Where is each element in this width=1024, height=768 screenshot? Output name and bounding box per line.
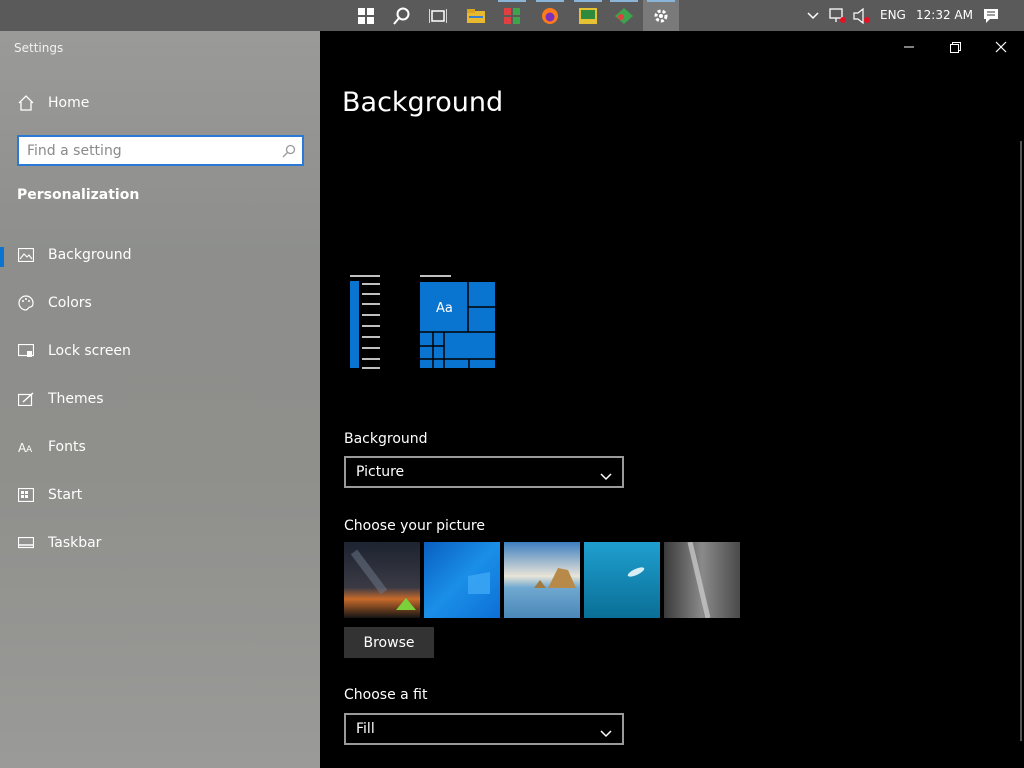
browse-button[interactable]: Browse <box>344 627 434 658</box>
search-icon <box>282 143 296 162</box>
section-title: Personalization <box>17 187 140 203</box>
settings-nav-pane: Settings Home Personalization Background… <box>0 31 320 768</box>
app-icon <box>504 7 520 24</box>
background-type-dropdown[interactable]: Picture <box>344 456 624 488</box>
home-label: Home <box>48 95 90 111</box>
taskbar-icon <box>16 533 36 553</box>
network-icon <box>829 7 846 23</box>
chevron-down-icon <box>600 466 612 485</box>
fonts-icon: AA <box>16 437 36 457</box>
search-icon <box>393 7 410 25</box>
minimize-button[interactable] <box>886 31 932 63</box>
nav-item-start[interactable]: Start <box>0 475 320 515</box>
home-icon <box>16 93 36 113</box>
nav-item-background[interactable]: Background <box>0 235 320 275</box>
minimize-icon <box>904 46 914 48</box>
close-icon <box>995 41 1007 53</box>
notification-icon <box>984 8 998 23</box>
chevron-up-icon <box>807 11 819 19</box>
background-label: Background <box>344 431 428 447</box>
nav-item-label: Lock screen <box>48 343 131 359</box>
nav-item-label: Themes <box>48 391 104 407</box>
home-nav-item[interactable]: Home <box>0 83 320 123</box>
settings-taskbar-button[interactable] <box>643 0 679 31</box>
nav-item-colors[interactable]: Colors <box>0 283 320 323</box>
choose-fit-label: Choose a fit <box>344 687 428 703</box>
picture-thumbnail-beach[interactable] <box>504 542 580 618</box>
background-preview <box>350 275 495 369</box>
nav-item-label: Background <box>48 247 132 263</box>
start-menu-icon <box>16 485 36 505</box>
firefox-button[interactable] <box>532 0 568 31</box>
nav-item-label: Taskbar <box>48 535 102 551</box>
file-explorer-icon <box>467 8 485 23</box>
picture-thumbnail-cliff[interactable] <box>664 542 740 618</box>
picture-icon <box>16 245 36 265</box>
search-input[interactable] <box>19 137 269 164</box>
svg-text:A: A <box>26 445 33 454</box>
brush-icon <box>16 389 36 409</box>
choose-fit-dropdown[interactable]: Fill <box>344 713 624 745</box>
image-app-button[interactable] <box>570 0 606 31</box>
lock-screen-icon <box>16 341 36 361</box>
scrollbar[interactable] <box>1020 141 1022 741</box>
nav-item-themes[interactable]: Themes <box>0 379 320 419</box>
settings-icon <box>654 9 668 22</box>
volume-button[interactable] <box>850 0 874 31</box>
app-title: Settings <box>14 41 64 55</box>
language-indicator[interactable]: ENG <box>880 0 906 31</box>
nav-item-label: Start <box>48 487 83 503</box>
task-view-icon <box>429 8 447 23</box>
nav-item-lock-screen[interactable]: Lock screen <box>0 331 320 371</box>
taskbar: ENG 12:32 AM <box>0 0 1024 31</box>
start-button[interactable] <box>348 0 384 31</box>
nav-item-taskbar[interactable]: Taskbar <box>0 523 320 563</box>
palette-icon <box>16 293 36 313</box>
task-view-button[interactable] <box>420 0 456 31</box>
restore-button[interactable] <box>932 31 978 63</box>
chevron-down-icon <box>600 723 612 742</box>
nav-item-label: Fonts <box>48 439 86 455</box>
picture-thumbnail-underwater[interactable] <box>584 542 660 618</box>
clock[interactable]: 12:32 AM <box>916 0 973 31</box>
file-explorer-button[interactable] <box>458 0 494 31</box>
page-title: Background <box>342 87 504 118</box>
dropdown-value: Picture <box>356 464 405 480</box>
network-button[interactable] <box>826 0 850 31</box>
search-button[interactable] <box>384 0 420 31</box>
close-button[interactable] <box>978 31 1024 63</box>
tiles-preview <box>420 275 495 368</box>
nav-item-fonts[interactable]: AA Fonts <box>0 427 320 467</box>
volume-muted-icon <box>853 7 870 24</box>
show-hidden-icons-button[interactable] <box>802 0 824 31</box>
search-box[interactable] <box>17 135 304 166</box>
app-icon-green <box>615 7 633 24</box>
picture-thumbnails <box>344 542 740 618</box>
choose-picture-label: Choose your picture <box>344 518 485 534</box>
start-menu-list-preview <box>350 275 380 369</box>
nav-item-label: Colors <box>48 295 92 311</box>
action-center-button[interactable] <box>975 0 1007 31</box>
restore-icon <box>949 41 961 53</box>
image-app-icon <box>579 7 597 24</box>
taskbar-app-button[interactable] <box>494 0 530 31</box>
firefox-icon <box>542 7 558 24</box>
dropdown-value: Fill <box>356 721 375 737</box>
picture-thumbnail-windows-blue[interactable] <box>424 542 500 618</box>
start-icon <box>358 7 374 24</box>
taskbar-app-button-green[interactable] <box>606 0 642 31</box>
preview-tile-text: Aa <box>436 301 453 316</box>
content-pane: Background Aa Background Picture Choose … <box>320 31 1024 768</box>
picture-thumbnail-night-sky[interactable] <box>344 542 420 618</box>
